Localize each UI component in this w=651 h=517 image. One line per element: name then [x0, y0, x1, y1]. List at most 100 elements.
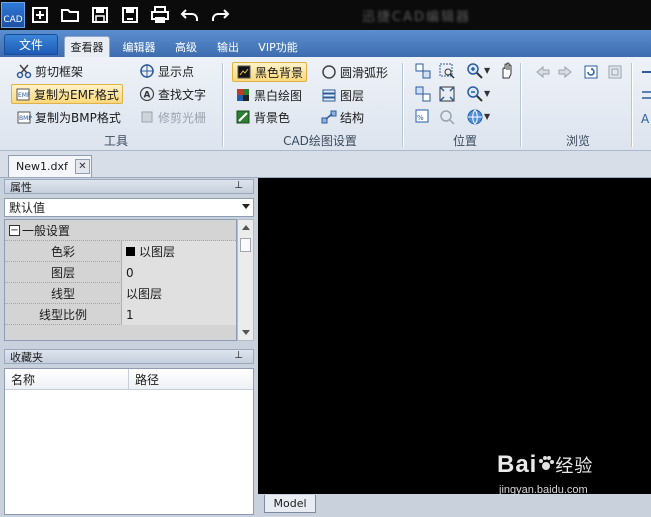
svg-text:A: A [144, 91, 151, 101]
frame-icon[interactable] [606, 63, 624, 81]
scroll-thumb[interactable] [240, 238, 251, 252]
app-logo-icon[interactable]: CAD [1, 2, 25, 28]
watermark-brand-cn: 经验 [555, 456, 594, 477]
property-section-row[interactable]: − 一般设置 [5, 220, 236, 241]
arrow-left-icon[interactable] [534, 63, 552, 81]
background-color-icon [236, 110, 250, 124]
document-tab-label: New1.dxf [16, 160, 68, 173]
clip-frame-label: 剪切框架 [35, 64, 84, 79]
tab-advanced[interactable]: 高级 [168, 36, 204, 57]
ribbon-tab-bar: 文件 查看器 编辑器 高级 输出 VIP功能 [0, 30, 651, 57]
layers-button[interactable]: 图层 [318, 85, 367, 105]
open-file-button[interactable] [55, 0, 85, 30]
next-group-icon[interactable] [638, 63, 651, 81]
group-label-tools: 工具 [103, 134, 128, 148]
zoom-extents-icon[interactable] [438, 85, 456, 103]
column-path[interactable]: 路径 [129, 369, 253, 390]
tab-editor[interactable]: 编辑器 [116, 36, 162, 57]
scroll-up-icon[interactable] [242, 225, 250, 230]
table-row[interactable]: 线型 以图层 [5, 283, 236, 304]
table-row[interactable]: 色彩 以图层 [5, 241, 236, 262]
bmp-icon: BMP [17, 111, 32, 124]
scissors-icon [16, 64, 32, 79]
property-scrollbar[interactable] [237, 219, 254, 341]
chevron-down-icon[interactable]: ▼ [484, 112, 490, 121]
trim-raster-label: 修剪光栅 [158, 110, 207, 125]
tab-vip[interactable]: VIP功能 [252, 36, 304, 57]
undo-button[interactable] [175, 0, 205, 30]
tab-output[interactable]: 输出 [210, 36, 246, 57]
save-as-button[interactable] [115, 0, 145, 30]
close-icon[interactable]: ✕ [75, 159, 90, 174]
table-row[interactable]: 线型比例 1 [5, 304, 236, 325]
group-label-browse: 浏览 [565, 134, 590, 148]
print-button[interactable] [145, 0, 175, 30]
monochrome-button[interactable]: 黑白绘图 [232, 85, 305, 105]
zoom-in-icon[interactable] [466, 62, 484, 80]
zoom-out-icon[interactable] [466, 85, 484, 103]
zoom-percent-icon[interactable]: % [414, 108, 432, 126]
globe-icon[interactable] [466, 108, 484, 126]
group-label-cad-settings: CAD绘图设置 [283, 134, 357, 148]
black-background-button[interactable]: 黑色背景 [232, 62, 308, 82]
trim-raster-button[interactable]: 修剪光栅 [136, 107, 209, 127]
ribbon-separator [222, 63, 223, 147]
properties-header: 属性 ⊥ [4, 179, 254, 194]
zoom-previous-icon[interactable] [438, 108, 456, 126]
collapse-icon[interactable]: − [9, 225, 20, 236]
watermark-brand: Bai [497, 451, 538, 478]
next-group-icon[interactable] [638, 86, 651, 104]
favorites-list[interactable]: 名称 路径 [4, 368, 254, 515]
monochrome-icon [237, 89, 249, 101]
pin-icon[interactable]: ⊥ [234, 180, 243, 191]
ribbon-separator [631, 63, 632, 147]
chevron-down-icon[interactable]: ▼ [484, 89, 490, 98]
column-name[interactable]: 名称 [5, 369, 129, 390]
fit-window-icon[interactable] [414, 85, 432, 103]
property-key: 线型比例 [38, 308, 87, 322]
smooth-arcs-button[interactable]: 圆滑弧形 [318, 62, 391, 82]
find-text-button[interactable]: A 查找文字 [136, 84, 209, 104]
color-swatch [126, 247, 135, 256]
property-value[interactable]: 1 [121, 304, 236, 325]
structure-button[interactable]: 结构 [318, 107, 367, 127]
monochrome-label: 黑白绘图 [254, 88, 303, 103]
copy-bmp-button[interactable]: BMP 复制为BMP格式 [13, 107, 124, 127]
zoom-rect-icon[interactable] [438, 62, 456, 80]
property-value[interactable]: 0 [121, 262, 236, 283]
arrow-right-icon[interactable] [556, 63, 574, 81]
open-icon [61, 9, 79, 22]
title-bar: CAD 迅捷CAD编辑器 [0, 0, 651, 30]
show-points-button[interactable]: 显示点 [136, 61, 197, 81]
favorites-header: 收藏夹 ⊥ [4, 349, 254, 364]
file-menu-button[interactable]: 文件 [4, 34, 58, 55]
find-text-label: 查找文字 [158, 87, 207, 102]
save-button[interactable] [85, 0, 115, 30]
document-tab[interactable]: New1.dxf ✕ [8, 155, 92, 177]
property-value[interactable]: 以图层 [121, 283, 236, 304]
ribbon-panel: 剪切框架 EMF 复制为EMF格式 BMP 复制为BMP格式 显示点 A 查找文… [0, 57, 651, 151]
zoom-window-icon[interactable] [414, 62, 432, 80]
black-background-icon [237, 65, 251, 79]
save-as-icon [122, 7, 138, 23]
new-file-button[interactable] [25, 0, 55, 30]
watermark-logo: Bai 经验 [497, 451, 593, 479]
tab-viewer[interactable]: 查看器 [64, 36, 110, 57]
pan-hand-icon[interactable] [498, 62, 516, 80]
table-row[interactable]: 图层 0 [5, 262, 236, 283]
model-tab[interactable]: Model [264, 495, 316, 513]
copy-emf-button[interactable]: EMF 复制为EMF格式 [11, 84, 123, 104]
svg-text:%: % [417, 114, 424, 122]
scroll-down-icon[interactable] [242, 330, 250, 335]
pin-icon[interactable]: ⊥ [234, 350, 243, 361]
text-style-icon[interactable]: A [638, 109, 651, 127]
refresh-icon[interactable] [582, 63, 600, 81]
property-grid: − 一般设置 色彩 以图层 图层 0 线型 以图层 线型比例 1 [4, 219, 237, 341]
redo-button[interactable] [205, 0, 235, 30]
emf-icon: EMF [16, 88, 31, 101]
property-value[interactable]: 以图层 [121, 241, 236, 262]
background-color-button[interactable]: 背景色 [232, 107, 293, 127]
clip-frame-button[interactable]: 剪切框架 [13, 61, 86, 81]
chevron-down-icon[interactable]: ▼ [484, 66, 490, 75]
properties-dropdown[interactable]: 默认值 [4, 198, 254, 217]
